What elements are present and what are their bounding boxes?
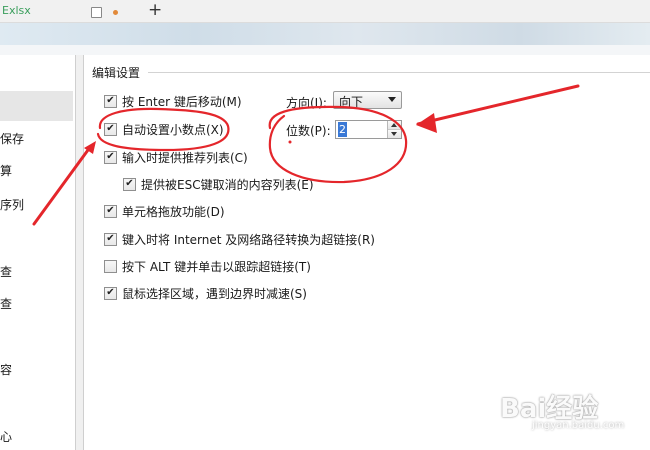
direction-label: 方向(I): [286,96,327,110]
option-auto-decimal[interactable]: ✔ 自动设置小数点(X) [104,121,224,137]
sidebar-item-sequence[interactable]: 序列 [0,196,24,213]
sidebar-item-advanced-selected[interactable] [0,91,73,121]
checkbox-autocomplete[interactable]: ✔ [104,150,117,164]
ribbon-toolbar [0,23,650,45]
option-mouse-decelerate[interactable]: ✔ 鼠标选择区域，遇到边界时减速(S) [104,285,307,301]
options-sidebar: 保存 算 序列 查 查 容 心 [0,55,76,450]
unsaved-dot-icon [113,10,118,15]
option-hyperlink-convert[interactable]: ✔ 键入时将 Internet 及网络路径转换为超链接(R) [104,231,375,247]
option-move-after-enter[interactable]: ✔ 按 Enter 键后移动(M) [104,93,242,109]
group-title-edit-settings: 编辑设置 [92,66,141,80]
dialog-top-edge [0,45,650,55]
highlight-circle-places [268,105,408,184]
chevron-down-icon[interactable] [388,97,396,102]
group-divider [148,72,650,73]
direction-select[interactable]: 向下 [333,91,402,109]
checkbox-hyperlink-convert[interactable]: ✔ [104,232,117,246]
sidebar-splitter[interactable] [76,55,84,450]
option-drag-drop[interactable]: ✔ 单元格拖放功能(D) [104,203,225,219]
checkbox-mouse-decelerate[interactable]: ✔ [104,286,117,300]
decimal-places-stepper[interactable]: 2 [335,120,402,139]
checkbox-auto-decimal[interactable]: ✔ [104,122,117,136]
tab-bar: Exlsx + [0,0,650,23]
arrow-shaft-right [416,84,580,126]
watermark-url: jingyan.baidu.com [532,420,625,431]
sidebar-item-center[interactable]: 心 [0,428,12,445]
sidebar-item-save[interactable]: 保存 [0,130,24,147]
sidebar-item-check-2[interactable]: 查 [0,295,12,312]
stepper-down-button[interactable] [388,130,401,138]
option-label: 键入时将 Internet 及网络路径转换为超链接(R) [122,232,375,247]
option-label: 鼠标选择区域，遇到边界时减速(S) [122,286,307,301]
option-label: 自动设置小数点(X) [122,122,224,137]
option-alt-click-link[interactable]: 按下 ALT 键并单击以跟踪超链接(T) [104,258,311,274]
checkbox-alt-click-link[interactable] [104,259,117,273]
checkbox-move-after-enter[interactable]: ✔ [104,94,117,108]
option-label: 按下 ALT 键并单击以跟踪超链接(T) [122,259,311,274]
arrowhead-left-icon [84,141,96,154]
option-label: 按 Enter 键后移动(M) [122,94,242,109]
option-esc-list[interactable]: ✔ 提供被ESC键取消的内容列表(E) [123,176,314,192]
sidebar-item-content[interactable]: 容 [0,361,12,378]
places-label: 位数(P): [286,124,331,138]
decimal-places-input[interactable]: 2 [338,122,347,137]
stepper-up-button[interactable] [388,121,401,130]
arrow-up-icon [391,123,397,127]
option-label: 提供被ESC键取消的内容列表(E) [141,177,314,192]
stepper-buttons [387,121,401,138]
sidebar-item-calc[interactable]: 算 [0,162,12,179]
tab-window-icon[interactable] [91,7,102,18]
checkbox-drag-drop[interactable]: ✔ [104,204,117,218]
red-dot-mark [288,140,292,144]
option-label: 单元格拖放功能(D) [122,204,225,219]
new-tab-plus-icon[interactable]: + [148,0,162,20]
option-autocomplete[interactable]: ✔ 输入时提供推荐列表(C) [104,149,248,165]
arrowhead-right-icon [416,113,437,133]
direction-value: 向下 [339,95,364,109]
checkbox-esc-list[interactable]: ✔ [123,177,136,191]
arrow-down-icon [391,132,397,136]
option-label: 输入时提供推荐列表(C) [122,150,248,165]
sidebar-item-check-1[interactable]: 查 [0,263,12,280]
tab-title[interactable]: Exlsx [2,4,31,17]
